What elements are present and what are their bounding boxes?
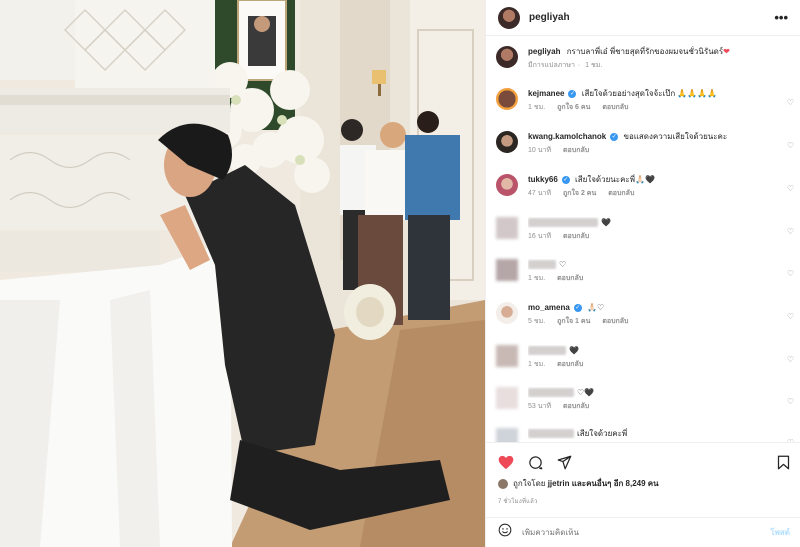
comment-like-icon[interactable]: ♡ (787, 184, 794, 193)
comment-text: 🖤 (601, 218, 611, 227)
reply-button[interactable]: ตอบกลับ (563, 147, 589, 154)
comment-like-icon[interactable]: ♡ (787, 355, 794, 364)
comment-row: ♡ 1 ชม. ตอบกลับ ♡ (486, 259, 800, 283)
verified-badge-icon: ✓ (561, 175, 570, 184)
liker-avatar (498, 478, 508, 489)
blurred-username (528, 429, 574, 439)
author-username[interactable]: pegliyah (529, 12, 570, 23)
smiley-icon[interactable] (498, 523, 512, 542)
comment-row: kejmanee ✓ เสียใจด้วยอย่างสุดใจจ้ะเป๊ก 🙏🙏… (486, 88, 800, 112)
caption-avatar[interactable] (496, 46, 518, 68)
commenter-avatar[interactable] (496, 302, 518, 324)
comment-icon[interactable] (528, 455, 543, 470)
comment-text: ♡🖤 (577, 388, 595, 397)
commenter-username[interactable]: tukky66 (528, 175, 558, 184)
commenter-avatar[interactable] (496, 88, 518, 110)
blurred-username (528, 388, 574, 398)
reply-button[interactable]: ตอบกลับ (557, 361, 583, 368)
commenter-avatar[interactable] (496, 259, 518, 281)
blurred-username (528, 260, 556, 270)
post-side-panel: pegliyah ••• pegliyah กราบลาพี่เอ๋ พี่ชา… (485, 0, 800, 547)
verified-badge-icon: ✓ (568, 89, 577, 98)
instagram-post-view: pegliyah ••• pegliyah กราบลาพี่เอ๋ พี่ชา… (0, 0, 800, 547)
liked-by-suffix[interactable]: และคนอื่นๆ อีก 8,249 คน (572, 477, 659, 490)
commenter-username[interactable]: mo_amena (528, 303, 570, 312)
comment-time: 53 นาที (528, 403, 552, 410)
bookmark-icon[interactable] (777, 455, 790, 470)
comment-row: mo_amena ✓ 🙏🏻♡ 5 ชม. ถูกใจ 1 คน ตอบกลับ ♡ (486, 302, 800, 326)
commenter-avatar[interactable] (496, 174, 518, 196)
comment-input[interactable] (522, 528, 771, 537)
comment-row: เสียใจด้วยคะพี่ ♡ (486, 428, 800, 442)
see-translation-link[interactable]: มีการแปลภาษา (528, 62, 575, 69)
blurred-username (528, 346, 566, 356)
share-icon[interactable] (557, 455, 572, 470)
heart-filled-icon[interactable] (498, 455, 514, 470)
comment-text: เสียใจด้วยนะคะพี่🙏🏻🖤 (575, 175, 655, 184)
reply-button[interactable]: ตอบกลับ (602, 318, 628, 325)
reply-button[interactable]: ตอบกลับ (563, 233, 589, 240)
commenter-avatar[interactable] (496, 345, 518, 367)
comment-time: 10 นาที (528, 147, 552, 154)
comment-like-icon[interactable]: ♡ (787, 98, 794, 107)
liked-by-prefix: ถูกใจโดย (513, 479, 546, 488)
comment-text: 🙏🏻♡ (587, 303, 605, 312)
caption-time: 1 ชม. (585, 62, 603, 69)
red-heart-icon: ❤ (723, 47, 730, 56)
comment-text: เสียใจด้วยคะพี่ (577, 429, 628, 438)
comment-text: ขอแสดงความเสียใจด้วยนะคะ (623, 132, 728, 141)
post-image (0, 0, 485, 547)
comment-row: 🖤 16 นาที ตอบกลับ ♡ (486, 217, 800, 241)
commenter-username[interactable]: kwang.kamolchanok (528, 132, 606, 141)
comment-time: 1 ชม. (528, 104, 546, 111)
commenter-username[interactable]: kejmanee (528, 89, 564, 98)
comment-time: 5 ชม. (528, 318, 546, 325)
reply-button[interactable]: ตอบกลับ (563, 403, 589, 410)
comment-like-icon[interactable]: ♡ (787, 269, 794, 278)
comment-like-icon[interactable]: ♡ (787, 227, 794, 236)
comment-text: 🖤 (569, 346, 579, 355)
liked-by-user[interactable]: jjetrin (548, 479, 570, 488)
comment-time: 47 นาที (528, 190, 552, 197)
caption-row: pegliyah กราบลาพี่เอ๋ พี่ชายสุดที่รักของ… (486, 46, 800, 70)
post-comment-button[interactable]: โพสต์ (770, 526, 790, 539)
comment-text: เสียใจด้วยอย่างสุดใจจ้ะเป๊ก 🙏🙏🙏🙏 (581, 89, 718, 98)
comment-row: ♡🖤 53 นาที ตอบกลับ ♡ (486, 387, 800, 411)
comment-like-icon[interactable]: ♡ (787, 397, 794, 406)
comment-likes-count[interactable]: ถูกใจ 6 คน (557, 104, 590, 111)
post-header: pegliyah ••• (486, 0, 800, 36)
verified-badge-icon: ✓ (573, 303, 582, 312)
post-photo[interactable] (0, 0, 485, 547)
more-horizontal-icon[interactable]: ••• (774, 10, 788, 25)
reply-button[interactable]: ตอบกลับ (557, 275, 583, 282)
comments-list[interactable]: pegliyah กราบลาพี่เอ๋ พี่ชายสุดที่รักของ… (486, 37, 800, 442)
commenter-avatar[interactable] (496, 131, 518, 153)
comment-likes-count[interactable]: ถูกใจ 1 คน (557, 318, 590, 325)
likes-summary[interactable]: ถูกใจโดย jjetrin และคนอื่นๆ อีก 8,249 คน (486, 473, 800, 490)
comment-like-icon[interactable]: ♡ (787, 312, 794, 321)
caption-text: กราบลาพี่เอ๋ พี่ชายสุดที่รักของผมจนชั่วน… (566, 47, 724, 56)
author-avatar[interactable] (498, 6, 520, 29)
add-comment-bar: โพสต์ (486, 517, 800, 547)
comment-text: ♡ (559, 260, 567, 269)
posted-time: 7 ชั่วโมงที่แล้ว (498, 499, 538, 505)
reply-button[interactable]: ตอบกลับ (608, 190, 634, 197)
comment-likes-count[interactable]: ถูกใจ 2 คน (563, 190, 596, 197)
commenter-avatar[interactable] (496, 217, 518, 239)
comment-like-icon[interactable]: ♡ (787, 141, 794, 150)
comment-row: 🖤 1 ชม. ตอบกลับ ♡ (486, 345, 800, 369)
post-actions: ถูกใจโดย jjetrin และคนอื่นๆ อีก 8,249 คน… (486, 442, 800, 547)
verified-badge-icon: ✓ (610, 132, 619, 141)
comment-time: 16 นาที (528, 233, 552, 240)
comment-time: 1 ชม. (528, 275, 546, 282)
reply-button[interactable]: ตอบกลับ (602, 104, 628, 111)
comment-row: kwang.kamolchanok ✓ ขอแสดงความเสียใจด้วยน… (486, 131, 800, 155)
commenter-avatar[interactable] (496, 428, 518, 442)
comment-row: tukky66 ✓ เสียใจด้วยนะคะพี่🙏🏻🖤 47 นาที ถู… (486, 174, 800, 198)
commenter-avatar[interactable] (496, 387, 518, 409)
comment-time: 1 ชม. (528, 361, 546, 368)
caption-username[interactable]: pegliyah (528, 47, 560, 56)
blurred-username (528, 218, 598, 228)
